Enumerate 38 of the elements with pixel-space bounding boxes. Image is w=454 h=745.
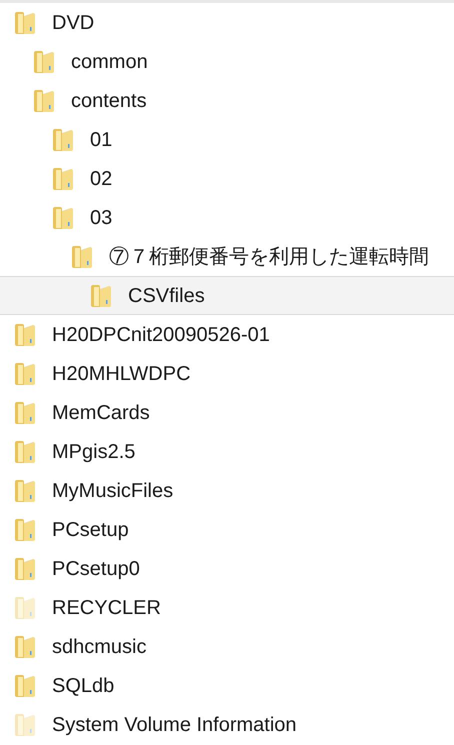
folder-icon — [14, 556, 36, 582]
tree-item[interactable]: 01 — [0, 120, 454, 159]
tree-item[interactable]: common — [0, 42, 454, 81]
folder-icon — [71, 244, 93, 270]
folder-icon — [14, 478, 36, 504]
folder-icon — [14, 634, 36, 660]
folder-icon — [14, 322, 36, 348]
folder-icon — [14, 360, 36, 386]
tree-item[interactable]: contents — [0, 81, 454, 120]
folder-icon — [14, 400, 36, 426]
tree-item[interactable]: MPgis2.5 — [0, 432, 454, 471]
folder-icon — [14, 10, 36, 36]
tree-item[interactable]: 02 — [0, 159, 454, 198]
folder-icon — [33, 88, 55, 114]
folder-icon — [90, 282, 112, 308]
folder-icon — [52, 204, 74, 230]
tree-item[interactable]: MemCards — [0, 393, 454, 432]
folder-icon — [14, 438, 36, 464]
tree-item[interactable]: CSVfiles — [0, 276, 454, 315]
tree-item[interactable]: H20DPCnit20090526-01 — [0, 315, 454, 354]
folder-icon — [14, 712, 36, 738]
tree-item[interactable]: PCsetup — [0, 510, 454, 549]
folder-icon — [14, 516, 36, 542]
folder-icon — [33, 48, 55, 74]
tree-item[interactable]: System Volume Information — [0, 705, 454, 744]
tree-item[interactable]: ⑦７桁郵便番号を利用した運転時間 — [0, 237, 454, 276]
tree-item[interactable]: PCsetup0 — [0, 549, 454, 588]
folder-icon — [52, 126, 74, 152]
folder-icon — [14, 672, 36, 698]
folder-icon — [52, 166, 74, 192]
tree-item[interactable]: H20MHLWDPC — [0, 354, 454, 393]
tree-item[interactable]: 03 — [0, 198, 454, 237]
tree-item[interactable]: DVD — [0, 3, 454, 42]
tree-item[interactable]: SQLdb — [0, 666, 454, 705]
tree-item[interactable]: sdhcmusic — [0, 627, 454, 666]
tree-item[interactable]: RECYCLER — [0, 588, 454, 627]
tree-item[interactable]: MyMusicFiles — [0, 471, 454, 510]
folder-icon — [14, 594, 36, 620]
